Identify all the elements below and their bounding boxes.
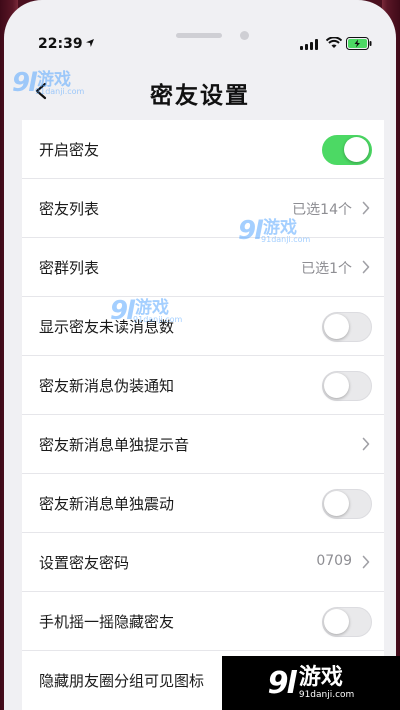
settings-list: 开启密友 密友列表 已选14个 密群列表 已选1个 显示密友未读消息数 密友新消息伪装通知密… [22, 120, 384, 710]
toggle-switch[interactable] [322, 489, 372, 519]
toggle-switch[interactable] [322, 135, 372, 165]
chevron-right-icon [362, 437, 370, 451]
watermark-url: 91danji.com [35, 86, 85, 96]
watermark-number: 9l [238, 216, 263, 246]
phone-screen: 22:39 密友设置 开启密友 密友列表 已选14个 密群列表 已选1个 显示密… [4, 0, 396, 710]
status-bar: 22:39 [4, 0, 396, 60]
settings-row[interactable]: 设置密友密码 0709 [22, 533, 384, 592]
toggle-switch[interactable] [322, 371, 372, 401]
watermark-logo: 9l 游戏 91danji.com [238, 216, 310, 246]
brand-text: 游戏 [298, 665, 343, 690]
settings-row-value: 0709 [316, 553, 352, 569]
brand-number: 9l [267, 665, 297, 701]
chevron-right-icon [362, 555, 370, 569]
wifi-icon [326, 37, 342, 48]
location-arrow-icon [86, 39, 94, 47]
settings-row-value: 已选1个 [301, 261, 352, 277]
watermark-number: 9l [12, 68, 37, 98]
watermark-url: 91danji.com [133, 314, 183, 324]
chevron-right-icon [362, 201, 370, 215]
settings-row-label: 密友新消息单独震动 [39, 495, 175, 513]
settings-row-label: 密友列表 [39, 200, 100, 218]
watermark-number: 9l [110, 296, 135, 326]
settings-row[interactable]: 密友新消息单独提示音 [22, 415, 384, 474]
toggle-knob [324, 314, 349, 339]
status-time: 22:39 [38, 36, 83, 52]
settings-row[interactable]: 密群列表 已选1个 [22, 238, 384, 297]
toggle-knob [324, 491, 349, 516]
settings-row-label: 开启密友 [39, 141, 100, 159]
front-camera [240, 31, 249, 40]
toggle-switch[interactable] [322, 607, 372, 637]
settings-row: 密友新消息伪装通知 [22, 356, 384, 415]
brand-logo-box: 9l 游戏 91danji.com [222, 656, 400, 710]
settings-row-label: 密友新消息单独提示音 [39, 436, 190, 454]
toggle-knob [324, 609, 349, 634]
settings-row-label: 设置密友密码 [39, 554, 130, 572]
toggle-knob [324, 373, 349, 398]
watermark-logo: 9l 游戏 91danji.com [12, 68, 84, 98]
settings-row-label: 密友新消息伪装通知 [39, 377, 175, 395]
settings-row: 密友新消息单独震动 [22, 474, 384, 533]
toggle-knob [344, 137, 369, 162]
battery-charging-icon [346, 37, 372, 50]
toggle-switch[interactable] [322, 312, 372, 342]
watermark-logo: 9l 游戏 91danji.com [110, 296, 182, 326]
settings-row-label: 隐藏朋友圈分组可见图标 [39, 672, 205, 690]
settings-row[interactable]: 密友列表 已选14个 [22, 179, 384, 238]
settings-row: 手机摇一摇隐藏密友 [22, 592, 384, 651]
chevron-right-icon [362, 260, 370, 274]
settings-row: 开启密友 [22, 120, 384, 179]
speaker-grille [176, 33, 222, 38]
cellular-signal-icon [300, 39, 318, 50]
watermark-url: 91danji.com [261, 234, 311, 244]
settings-row: 显示密友未读消息数 [22, 297, 384, 356]
settings-row-label: 密群列表 [39, 259, 100, 277]
settings-row-label: 手机摇一摇隐藏密友 [39, 613, 175, 631]
brand-url: 91danji.com [298, 690, 355, 700]
